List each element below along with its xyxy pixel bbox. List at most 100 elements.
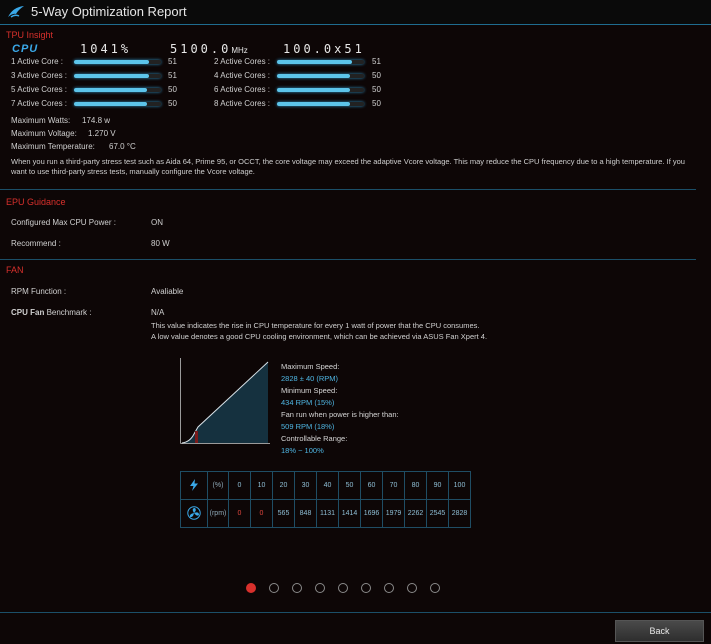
page-dot[interactable]: [361, 583, 371, 593]
bclk-ratio-readout: 100.0x51: [283, 42, 365, 56]
power-header-cell: [180, 471, 208, 500]
rpm-cell: 848: [294, 499, 317, 528]
rpm-header-cell: [180, 499, 208, 528]
rpm-cell: 0: [228, 499, 251, 528]
epu-section-title: EPU Guidance: [6, 197, 66, 207]
page-dot[interactable]: [407, 583, 417, 593]
core-ratio-bar-fill: [277, 88, 351, 92]
core-ratio-bar-fill: [277, 102, 351, 106]
rpm-cell: 1979: [382, 499, 405, 528]
page-dot[interactable]: [338, 583, 348, 593]
core-label: 8 Active Cores :: [214, 99, 271, 108]
configured-power-label: Configured Max CPU Power :: [11, 218, 116, 227]
page-dot[interactable]: [384, 583, 394, 593]
ratio-readout: 1041%: [80, 42, 132, 56]
rog-logo-icon: [8, 6, 24, 18]
core-label: 4 Active Cores :: [214, 71, 271, 80]
core-ratio-bar-fill: [74, 74, 149, 78]
core-ratio-value: 51: [372, 57, 381, 66]
max-voltage-label: Maximum Voltage:: [11, 129, 77, 138]
controllable-range-label: Controllable Range:: [281, 434, 348, 443]
max-watts-value: 174.8 w: [82, 116, 111, 125]
max-speed-value: 2828 ± 40 (RPM): [281, 374, 339, 383]
section-divider: [0, 189, 696, 190]
page-dot[interactable]: [430, 583, 440, 593]
fan-benchmark-label: CPU Fan Benchmark :: [11, 308, 92, 317]
power-cell: 80: [404, 471, 427, 500]
frequency-readout: 5100.0MHz: [170, 42, 248, 56]
fan-start-marker: [195, 431, 198, 443]
core-ratio-bar: [74, 74, 161, 78]
power-cell: 70: [382, 471, 405, 500]
configured-power-value: ON: [151, 218, 163, 227]
rpm-row: (rpm) 0 0 565 848 1131 1414 1696 1979 2262 2545 28…: [180, 499, 471, 528]
rpm-function-value: Avaliable: [151, 287, 184, 296]
power-cell: 100: [448, 471, 471, 500]
section-divider: [0, 259, 696, 260]
power-cell: 20: [272, 471, 295, 500]
rpm-cell: 2545: [426, 499, 449, 528]
core-ratio-bar: [277, 74, 364, 78]
max-temp-label: Maximum Temperature:: [11, 142, 95, 151]
core-ratio-bar-fill: [74, 102, 148, 106]
core-label: 3 Active Cores :: [11, 71, 68, 80]
window-title: 5-Way Optimization Report: [31, 4, 187, 19]
core-ratio-bar-fill: [277, 74, 351, 78]
power-cell: 50: [338, 471, 361, 500]
core-ratio-value: 50: [372, 71, 381, 80]
max-speed-label: Maximum Speed:: [281, 362, 340, 371]
footer-divider: [0, 612, 711, 613]
core-ratio-bar: [277, 88, 364, 92]
rpm-unit-cell: (rpm): [207, 499, 229, 528]
fan-section-title: FAN: [6, 265, 24, 275]
core-ratio-bar: [74, 60, 161, 64]
core-ratio-bar-fill: [277, 60, 352, 64]
fan-benchmark-value: N/A: [151, 308, 165, 317]
recommend-label: Recommend :: [11, 239, 61, 248]
rpm-cell: 1696: [360, 499, 383, 528]
power-unit-cell: (%): [207, 471, 229, 500]
core-ratio-value: 51: [168, 57, 177, 66]
fan-rpm-table: (%) 0 10 20 30 40 50 60 70 80 90 100 (rpm) 0 0 565 84…: [180, 471, 471, 528]
power-cell: 90: [426, 471, 449, 500]
power-cell: 60: [360, 471, 383, 500]
fan-run-label: Fan run when power is higher than:: [281, 410, 399, 419]
rpm-cell: 1414: [338, 499, 361, 528]
recommend-value: 80 W: [151, 239, 170, 248]
rpm-cell: 565: [272, 499, 295, 528]
benchmark-note-line-2: A low value denotes a good CPU cooling e…: [151, 332, 488, 341]
stress-test-note: When you run a third-party stress test s…: [11, 157, 685, 176]
controllable-range-value: 18% ~ 100%: [281, 446, 324, 455]
rpm-cell: 2828: [448, 499, 471, 528]
core-ratio-value: 50: [372, 85, 381, 94]
max-temp-value: 67.0 °C: [109, 142, 136, 151]
cpu-badge: CPU: [12, 43, 39, 55]
power-cell: 10: [250, 471, 273, 500]
core-ratio-bar-fill: [74, 88, 148, 92]
rpm-cell: 1131: [316, 499, 339, 528]
core-ratio-value: 51: [168, 71, 177, 80]
lightning-icon: [190, 478, 198, 491]
fan-icon: [187, 505, 201, 520]
page-dot[interactable]: [246, 583, 256, 593]
core-ratio-bar: [74, 88, 161, 92]
page-dot[interactable]: [269, 583, 279, 593]
rpm-cell: 0: [250, 499, 273, 528]
min-speed-label: Minimum Speed:: [281, 386, 338, 395]
core-ratio-value: 50: [372, 99, 381, 108]
pagination-dots: [246, 583, 440, 593]
core-ratio-bar: [277, 102, 364, 106]
core-ratio-value: 50: [168, 99, 177, 108]
page-dot[interactable]: [292, 583, 302, 593]
back-button[interactable]: Back: [615, 620, 704, 642]
rpm-function-label: RPM Function :: [11, 287, 67, 296]
benchmark-note-line-1: This value indicates the rise in CPU tem…: [151, 321, 480, 330]
core-ratio-bar-fill: [74, 60, 149, 64]
power-cell: 40: [316, 471, 339, 500]
power-cell: 0: [228, 471, 251, 500]
core-label: 7 Active Cores :: [11, 99, 68, 108]
fan-curve-chart: [180, 358, 270, 444]
title-bar: 5-Way Optimization Report: [0, 0, 711, 25]
rpm-cell: 2262: [404, 499, 427, 528]
page-dot[interactable]: [315, 583, 325, 593]
